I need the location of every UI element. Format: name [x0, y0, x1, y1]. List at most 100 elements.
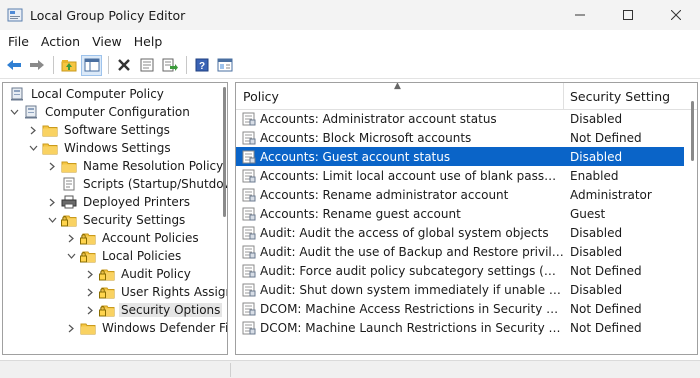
- tree-item-name-resolution-policy[interactable]: Name Resolution Policy: [46, 157, 225, 175]
- tree-item-computer-configuration[interactable]: Computer Configuration: [8, 103, 192, 121]
- security-setting-value: Not Defined: [570, 301, 642, 316]
- tree-item-label: Scripts (Startup/Shutdow: [83, 177, 228, 191]
- collapsed-chevron-icon[interactable]: [65, 229, 77, 247]
- policy-row[interactable]: Accounts: Rename guest account Guest: [236, 204, 684, 223]
- tree-item-scripts-startup-shutdow[interactable]: Scripts (Startup/Shutdow: [46, 175, 228, 193]
- column-divider[interactable]: [563, 83, 564, 110]
- tree-scrollbar-thumb[interactable]: [223, 87, 226, 217]
- menu-action[interactable]: Action: [35, 34, 86, 49]
- column-header-security-setting[interactable]: Security Setting: [570, 83, 670, 110]
- console-tree-pane[interactable]: Local Computer Policy Computer Configurat…: [2, 82, 228, 355]
- policy-row[interactable]: Audit: Shut down system immediately if u…: [236, 280, 684, 299]
- tree-scrollbar[interactable]: [221, 83, 227, 354]
- policy-setting-icon: [242, 283, 256, 297]
- collapsed-chevron-icon[interactable]: [46, 157, 58, 175]
- close-button[interactable]: [652, 0, 700, 30]
- maximize-icon: [623, 10, 633, 20]
- policy-name: Accounts: Rename administrator account: [260, 187, 509, 202]
- script-icon: [61, 177, 77, 191]
- collapsed-chevron-icon[interactable]: [27, 121, 39, 139]
- forward-button[interactable]: [26, 55, 47, 76]
- tree-item-security-settings[interactable]: Security Settings: [46, 211, 187, 229]
- delete-button[interactable]: [113, 55, 134, 76]
- no-chevron: [46, 175, 58, 193]
- computer-icon: [9, 87, 25, 101]
- policy-row[interactable]: Audit: Audit the access of global system…: [236, 223, 684, 242]
- collapsed-chevron-icon[interactable]: [84, 301, 96, 319]
- toolbar-separator: [108, 56, 109, 74]
- tree-item-audit-policy[interactable]: Audit Policy: [84, 265, 193, 283]
- security-folder-icon: [61, 213, 77, 227]
- security-folder-icon: [99, 285, 115, 299]
- folder-icon: [42, 123, 58, 137]
- policy-row[interactable]: Audit: Force audit policy subcategory se…: [236, 261, 684, 280]
- menu-view[interactable]: View: [86, 34, 128, 49]
- tree-item-windows-settings[interactable]: Windows Settings: [27, 139, 173, 157]
- tree-item-label: Security Options: [119, 303, 223, 317]
- collapsed-chevron-icon[interactable]: [65, 319, 77, 337]
- security-setting-value: Guest: [570, 206, 606, 221]
- policy-setting-icon: [242, 150, 256, 164]
- svg-text:?: ?: [198, 61, 204, 72]
- tree-item-windows-defender-fi[interactable]: Windows Defender Fi: [65, 319, 227, 337]
- policy-row[interactable]: Accounts: Administrator account status Di…: [236, 109, 684, 128]
- menu-bar: File Action View Help: [0, 30, 700, 52]
- export-list-button[interactable]: [159, 55, 180, 76]
- policy-name: Accounts: Administrator account status: [260, 111, 497, 126]
- menu-file[interactable]: File: [2, 34, 35, 49]
- properties-button[interactable]: [136, 55, 157, 76]
- policy-row[interactable]: DCOM: Machine Launch Restrictions in Sec…: [236, 318, 684, 337]
- policy-setting-icon: [242, 188, 256, 202]
- show-hide-console-tree-button[interactable]: [81, 54, 102, 76]
- minimize-button[interactable]: [556, 0, 604, 30]
- folder-icon: [42, 141, 58, 155]
- properties-icon: [140, 58, 153, 72]
- maximize-button[interactable]: [604, 0, 652, 30]
- policy-row[interactable]: DCOM: Machine Access Restrictions in Sec…: [236, 299, 684, 318]
- tree-item-label: Software Settings: [64, 123, 170, 137]
- help-button[interactable]: ?: [191, 55, 212, 76]
- column-header-policy[interactable]: Policy: [243, 83, 279, 110]
- security-folder-icon: [99, 267, 115, 281]
- policy-setting-icon: [242, 226, 256, 240]
- list-scrollbar-thumb[interactable]: [691, 101, 694, 161]
- expanded-chevron-icon[interactable]: [8, 103, 20, 121]
- security-setting-value: Not Defined: [570, 263, 642, 278]
- policy-name: Audit: Audit the access of global system…: [260, 225, 549, 240]
- policy-setting-icon: [242, 264, 256, 278]
- console-view-button[interactable]: [214, 55, 235, 76]
- folder-icon: [80, 321, 96, 335]
- tree-item-security-options[interactable]: Security Options: [84, 301, 223, 319]
- expanded-chevron-icon[interactable]: [46, 211, 58, 229]
- policy-name: Accounts: Rename guest account: [260, 206, 461, 221]
- tree-item-account-policies[interactable]: Account Policies: [65, 229, 201, 247]
- list-scrollbar[interactable]: [687, 83, 697, 354]
- tree-item-deployed-printers[interactable]: Deployed Printers: [46, 193, 192, 211]
- collapsed-chevron-icon[interactable]: [84, 265, 96, 283]
- expanded-chevron-icon[interactable]: [65, 247, 77, 265]
- printer-icon: [61, 195, 77, 209]
- tree-item-user-rights-assign[interactable]: User Rights Assign: [84, 283, 227, 301]
- tree-item-local-computer-policy[interactable]: Local Computer Policy: [6, 85, 166, 103]
- policy-row[interactable]: Accounts: Block Microsoft accounts Not De…: [236, 128, 684, 147]
- policy-row[interactable]: Accounts: Guest account status Disabled: [236, 147, 684, 166]
- collapsed-chevron-icon[interactable]: [46, 193, 58, 211]
- expanded-chevron-icon[interactable]: [27, 139, 39, 157]
- policy-name: DCOM: Machine Launch Restrictions in Sec…: [260, 320, 564, 335]
- tree-item-local-policies[interactable]: Local Policies: [65, 247, 183, 265]
- policy-list-pane[interactable]: Policy ▲ Security Setting Accounts: Admi…: [235, 82, 698, 355]
- collapsed-chevron-icon[interactable]: [84, 283, 96, 301]
- menu-help[interactable]: Help: [128, 34, 169, 49]
- tree-item-software-settings[interactable]: Software Settings: [27, 121, 172, 139]
- security-folder-icon: [80, 249, 96, 263]
- policy-row[interactable]: Audit: Audit the use of Backup and Resto…: [236, 242, 684, 261]
- back-button[interactable]: [3, 55, 24, 76]
- policy-row[interactable]: Accounts: Rename administrator account Ad…: [236, 185, 684, 204]
- policy-name: Accounts: Block Microsoft accounts: [260, 130, 472, 145]
- policy-row[interactable]: Accounts: Limit local account use of bla…: [236, 166, 684, 185]
- security-setting-value: Disabled: [570, 282, 623, 297]
- up-one-level-button[interactable]: [58, 55, 79, 76]
- policy-setting-icon: [242, 207, 256, 221]
- security-setting-value: Disabled: [570, 111, 623, 126]
- list-header: Policy ▲ Security Setting: [236, 83, 697, 110]
